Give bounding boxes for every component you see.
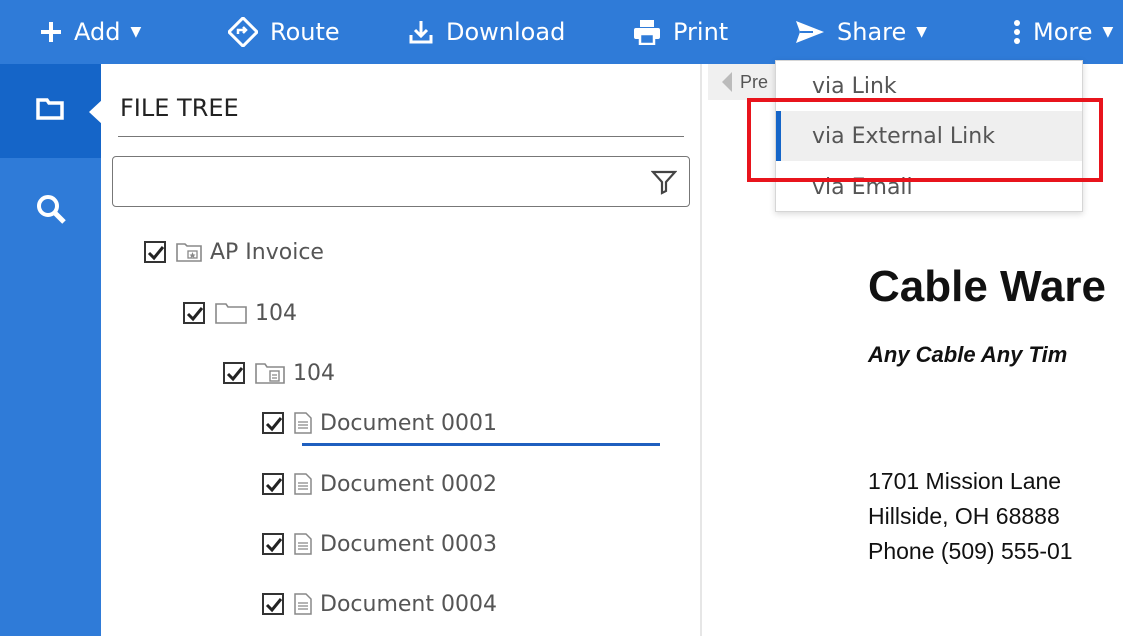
document-folder-icon <box>255 362 285 384</box>
selection-underline <box>302 443 660 446</box>
file-tree-filter[interactable] <box>112 156 690 207</box>
document-phone: Phone (509) 555-01 <box>868 538 1073 564</box>
printer-icon <box>633 19 661 45</box>
tree-node[interactable]: Document 0002 <box>262 464 497 504</box>
tree-node-selected[interactable]: Document 0001 <box>262 403 497 443</box>
print-button[interactable]: Print <box>633 0 728 64</box>
download-label: Download <box>446 18 566 46</box>
tree-node[interactable]: AP Invoice <box>144 232 324 272</box>
checkbox[interactable] <box>183 302 205 324</box>
left-rail <box>0 64 103 636</box>
tree-node-label: Document 0002 <box>320 471 497 497</box>
print-label: Print <box>673 18 729 46</box>
tree-node-label: Document 0001 <box>320 410 497 436</box>
tree-node-label: 104 <box>293 360 335 386</box>
route-button[interactable]: Route <box>228 0 340 64</box>
tree-node-label: 104 <box>255 300 297 326</box>
add-button[interactable]: Add ▼ <box>40 0 141 64</box>
document-address-line2: Hillside, OH 68888 <box>868 503 1060 529</box>
download-button[interactable]: Download <box>408 0 565 64</box>
filter-icon[interactable] <box>650 169 678 200</box>
menu-item-label: via Link <box>812 73 897 99</box>
document-icon <box>294 473 312 495</box>
document-tagline: Any Cable Any Tim <box>868 342 1068 367</box>
pane-divider[interactable] <box>700 64 702 636</box>
starred-folder-icon <box>176 242 202 262</box>
title-divider <box>118 136 684 137</box>
tree-node[interactable]: 104 <box>223 353 335 393</box>
folder-icon <box>215 302 247 324</box>
route-label: Route <box>270 18 340 46</box>
share-label: Share <box>837 18 907 46</box>
share-button[interactable]: Share ▼ <box>795 0 927 64</box>
document-company-name: Cable Ware <box>868 262 1107 311</box>
folder-icon <box>36 98 64 120</box>
annotation-highlight-box <box>747 98 1103 182</box>
document-address-line1: 1701 Mission Lane <box>868 468 1062 494</box>
top-toolbar: Add ▼ Route Download Print Share ▼ More … <box>0 0 1123 64</box>
checkbox[interactable] <box>223 362 245 384</box>
chevron-down-icon: ▼ <box>916 24 928 40</box>
tree-node[interactable]: Document 0004 <box>262 584 497 624</box>
chevron-left-icon <box>722 72 732 92</box>
document-icon <box>294 412 312 434</box>
rail-active-indicator <box>89 99 103 125</box>
file-tree-title: FILE TREE <box>120 94 239 122</box>
tree-node[interactable]: 104 <box>183 293 297 333</box>
tree-node-label: AP Invoice <box>210 239 324 265</box>
tree-node-label: Document 0004 <box>320 591 497 617</box>
document-icon <box>294 533 312 555</box>
tree-node[interactable]: Document 0003 <box>262 524 497 564</box>
plus-icon <box>40 21 62 43</box>
tree-node-label: Document 0003 <box>320 531 497 557</box>
send-icon <box>795 20 825 44</box>
checkbox[interactable] <box>262 412 284 434</box>
checkbox[interactable] <box>262 533 284 555</box>
download-icon <box>408 19 434 45</box>
document-icon <box>294 593 312 615</box>
search-icon[interactable] <box>36 194 66 224</box>
filter-input[interactable] <box>123 165 643 197</box>
checkbox[interactable] <box>262 593 284 615</box>
route-icon <box>228 17 258 47</box>
add-label: Add <box>74 18 121 46</box>
chevron-down-icon: ▼ <box>130 24 142 40</box>
checkbox[interactable] <box>262 473 284 495</box>
previous-label: Pre <box>740 71 769 92</box>
rail-item-file-tree[interactable] <box>0 64 103 158</box>
chevron-down-icon: ▼ <box>1102 24 1114 40</box>
more-label: More <box>1033 18 1093 46</box>
kebab-menu-icon <box>1013 19 1021 45</box>
checkbox[interactable] <box>144 241 166 263</box>
more-button[interactable]: More ▼ <box>1013 0 1113 64</box>
